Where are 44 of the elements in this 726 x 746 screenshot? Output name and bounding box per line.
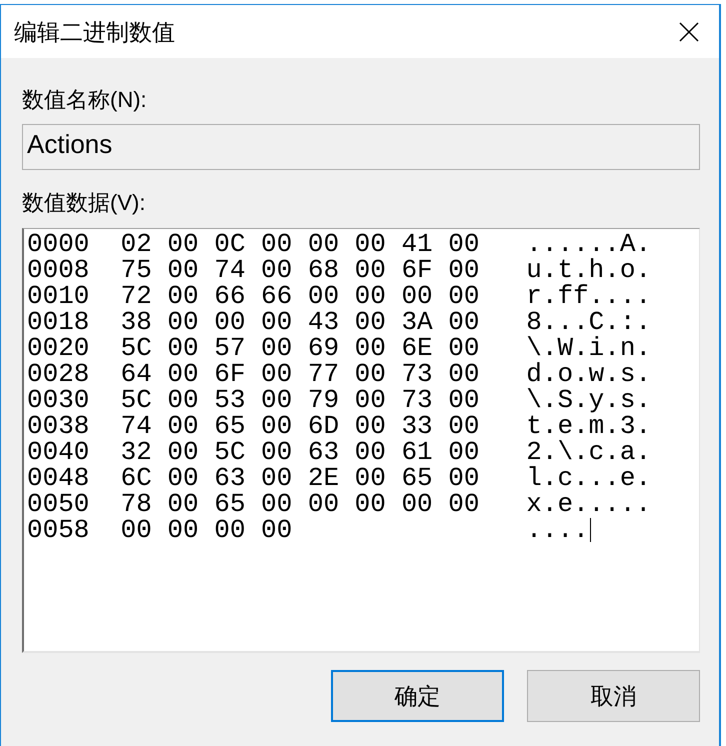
hex-offset: 0008 — [27, 257, 90, 283]
hex-bytes: 78 00 65 00 00 00 00 00 — [120, 491, 480, 517]
ascii-text: r.ff.... — [526, 283, 652, 309]
hex-offset: 0058 — [27, 517, 90, 543]
field-label: 数值数据(V): — [22, 190, 146, 216]
ascii-text: d.o.w.s. — [526, 361, 652, 387]
hex-offset: 0038 — [27, 413, 90, 439]
window-title: 编辑二进制数值 — [14, 18, 175, 46]
hex-bytes: 38 00 00 00 43 00 3A 00 — [120, 309, 480, 335]
hex-bytes: 64 00 6F 00 77 00 73 00 — [120, 361, 480, 387]
hex-bytes: 00 00 00 00 — [120, 517, 292, 543]
ok-button[interactable]: 确定 — [331, 670, 504, 722]
hex-editor-field[interactable] — [22, 228, 700, 653]
ascii-text: u.t.h.o. — [526, 257, 652, 283]
ascii-text: ......A. — [526, 231, 652, 257]
ascii-text: \.W.i.n. — [526, 335, 652, 361]
ascii-text: x.e..... — [526, 491, 652, 517]
hex-bytes: 32 00 5C 00 63 00 61 00 — [120, 439, 480, 465]
hex-offset: 0048 — [27, 465, 90, 491]
hex-offset: 0018 — [27, 309, 90, 335]
hex-bytes: 75 00 74 00 68 00 6F 00 — [120, 257, 480, 283]
ascii-text: .... — [526, 517, 589, 543]
hex-bytes: 5C 00 57 00 69 00 6E 00 — [120, 335, 480, 361]
ascii-text: t.e.m.3. — [526, 413, 652, 439]
hex-bytes: 5C 00 53 00 79 00 73 00 — [120, 387, 480, 413]
ascii-text: 2.\.c.a. — [526, 439, 652, 465]
hex-offset: 0040 — [27, 439, 90, 465]
hex-bytes: 6C 00 63 00 2E 00 65 00 — [120, 465, 480, 491]
hex-offset: 0010 — [27, 283, 90, 309]
hex-bytes: 74 00 65 00 6D 00 33 00 — [120, 413, 480, 439]
hex-offset: 0028 — [27, 361, 90, 387]
hex-offset: 0000 — [27, 231, 90, 257]
close-icon — [679, 22, 699, 42]
hex-offset: 0050 — [27, 491, 90, 517]
hex-offset: 0020 — [27, 335, 90, 361]
ascii-text: l.c...e. — [526, 465, 652, 491]
hex-bytes: 02 00 0C 00 00 00 41 00 — [120, 231, 480, 257]
ascii-text: 8...C.:. — [526, 309, 652, 335]
hex-bytes: 72 00 66 66 00 00 00 00 — [120, 283, 480, 309]
cancel-button[interactable]: 取消 — [527, 670, 700, 722]
hex-offset: 0030 — [27, 387, 90, 413]
value-name-field[interactable]: Actions — [22, 124, 700, 170]
ascii-text: \.S.y.s. — [526, 387, 652, 413]
field-label: 数值名称(N): — [22, 87, 147, 113]
